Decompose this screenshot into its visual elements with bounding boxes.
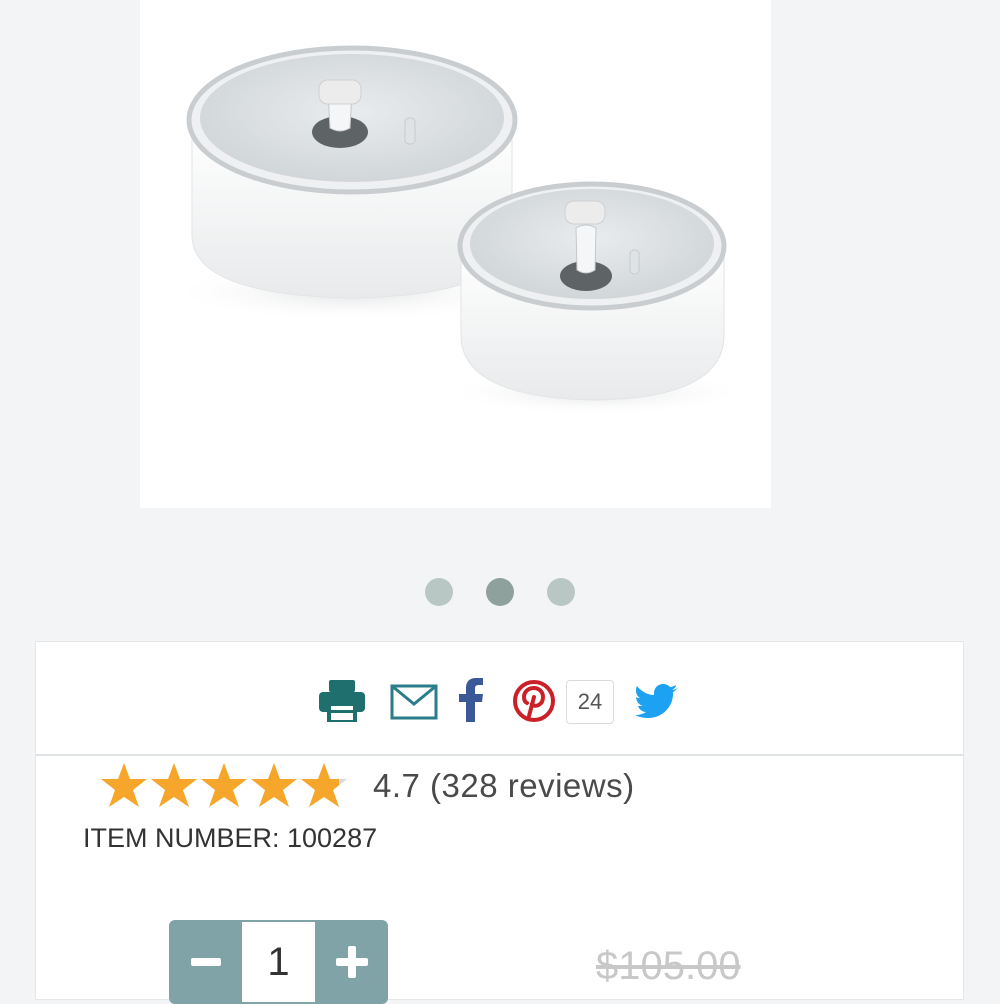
rating-stars bbox=[99, 761, 349, 811]
star-icon bbox=[151, 763, 197, 807]
product-photo bbox=[167, 45, 746, 416]
product-image[interactable] bbox=[140, 0, 771, 508]
facebook-icon[interactable] bbox=[458, 678, 484, 727]
product-info-panel: 24 4.7 (328 reviews) ITEM NUMBER: 100287 bbox=[35, 641, 964, 1004]
star-icon bbox=[101, 763, 147, 807]
original-price: $105.00 bbox=[596, 944, 741, 988]
carousel-dot-1[interactable] bbox=[425, 578, 453, 606]
minus-icon bbox=[190, 958, 221, 966]
rating-summary[interactable]: 4.7 (328 reviews) bbox=[373, 767, 635, 805]
share-bar: 24 bbox=[36, 642, 963, 756]
plus-icon bbox=[335, 946, 368, 978]
partial-star-icon bbox=[301, 763, 347, 807]
star-icon bbox=[251, 763, 297, 807]
email-icon[interactable] bbox=[390, 684, 438, 725]
star-icon bbox=[201, 763, 247, 807]
quantity-input[interactable]: 1 bbox=[242, 920, 315, 1004]
item-number: ITEM NUMBER: 100287 bbox=[83, 823, 378, 853]
carousel-dot-2-active[interactable] bbox=[486, 578, 514, 606]
quantity-stepper: 1 bbox=[169, 920, 388, 1004]
pinterest-icon[interactable] bbox=[513, 680, 555, 727]
carousel-dots bbox=[0, 578, 1000, 606]
pinterest-count: 24 bbox=[566, 680, 614, 724]
decrease-quantity-button[interactable] bbox=[169, 920, 242, 1004]
increase-quantity-button[interactable] bbox=[315, 920, 388, 1004]
carousel-dot-3[interactable] bbox=[547, 578, 575, 606]
twitter-icon[interactable] bbox=[635, 684, 678, 723]
print-icon[interactable] bbox=[319, 680, 365, 727]
rating-row[interactable]: 4.7 (328 reviews) bbox=[99, 761, 635, 811]
